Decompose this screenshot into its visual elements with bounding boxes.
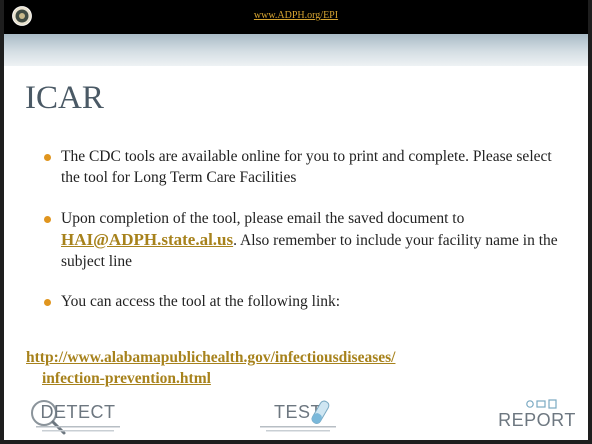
detect-logo: DETECT xyxy=(22,398,134,438)
logo-tagline-graphic xyxy=(260,426,336,432)
bullet-dot-icon xyxy=(44,299,51,306)
report-logo-text: REPORT xyxy=(498,410,576,430)
slide-title: ICAR xyxy=(25,80,104,116)
tool-url-line-2[interactable]: infection-prevention.html xyxy=(26,368,586,389)
tool-url-link[interactable]: http://www.alabamapublichealth.gov/infec… xyxy=(26,347,586,389)
bullet-text-before: Upon completion of the tool, please emai… xyxy=(61,210,465,227)
bullet-item: Upon completion of the tool, please emai… xyxy=(44,208,564,272)
report-logo: REPORT xyxy=(496,398,578,438)
header-url-link[interactable]: www.ADPH.org/EPI xyxy=(4,10,588,21)
bullet-text: You can access the tool at the following… xyxy=(61,293,341,310)
logo-tagline-graphic xyxy=(36,426,120,432)
bullet-item: The CDC tools are available online for y… xyxy=(44,146,564,188)
bullet-list: The CDC tools are available online for y… xyxy=(44,146,564,312)
slide: www.ADPH.org/EPI ICAR The CDC tools are … xyxy=(0,0,592,444)
bullet-item: You can access the tool at the following… xyxy=(44,291,564,312)
tool-url-line-1[interactable]: http://www.alabamapublichealth.gov/infec… xyxy=(26,349,395,366)
header-gradient-band xyxy=(4,34,588,66)
bullet-text: The CDC tools are available online for y… xyxy=(61,148,552,186)
bullet-dot-icon xyxy=(44,154,51,161)
test-logo: TEST xyxy=(250,398,346,438)
email-link[interactable]: HAI@ADPH.state.al.us xyxy=(61,230,233,249)
header-bar: www.ADPH.org/EPI xyxy=(4,0,588,34)
bullet-dot-icon xyxy=(44,216,51,223)
detect-logo-text: DETECT xyxy=(40,402,116,422)
